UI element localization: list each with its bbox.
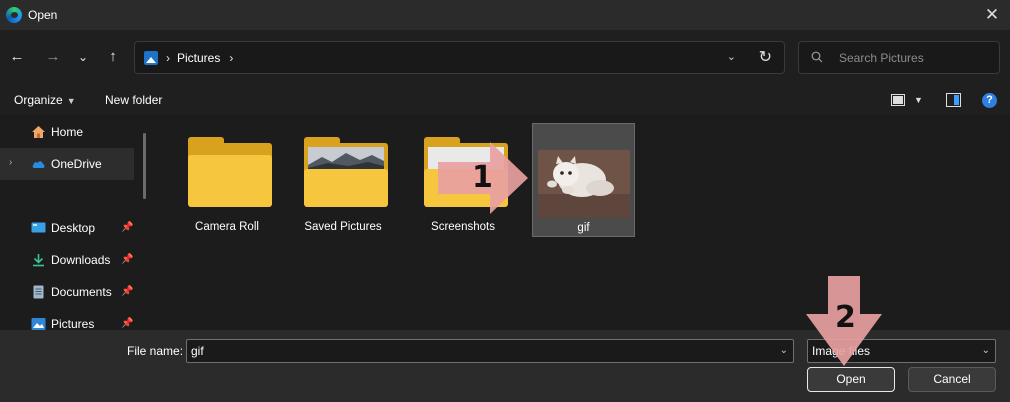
document-icon	[33, 285, 44, 299]
search-icon	[811, 51, 823, 63]
recent-locations-chevron-icon[interactable]: ⌄	[73, 46, 93, 68]
desktop-icon	[31, 222, 46, 233]
file-name-value: gif	[191, 344, 204, 358]
address-bar[interactable]: › Pictures › ⌄ ↻	[134, 41, 785, 74]
organize-caret-icon: ▼	[66, 96, 76, 106]
sidebar-item-downloads[interactable]: Downloads 📌	[0, 244, 134, 276]
file-gif[interactable]: gif	[532, 123, 635, 237]
address-dropdown-icon[interactable]: ⌄	[727, 50, 736, 63]
open-button[interactable]: Open	[807, 367, 895, 392]
new-folder-button[interactable]: New folder	[105, 93, 162, 107]
sidebar-item-documents[interactable]: Documents 📌	[0, 276, 134, 308]
edge-icon	[6, 7, 22, 23]
search-input[interactable]: Search Pictures	[798, 41, 1000, 74]
sidebar-item-label: Pictures	[51, 317, 95, 331]
cat-thumbnail	[538, 150, 630, 218]
sidebar-scrollbar[interactable]	[143, 133, 146, 199]
pictures-location-icon	[144, 50, 158, 65]
file-label: Saved Pictures	[304, 221, 382, 233]
landscape-thumbnail	[308, 147, 384, 171]
back-arrow-icon[interactable]: ←	[7, 46, 27, 68]
file-name-input[interactable]: gif ⌄	[186, 339, 794, 363]
sidebar-item-label: Documents	[51, 285, 112, 299]
organize-button[interactable]: Organize ▼	[14, 93, 76, 107]
annotation-number-2: 2	[835, 300, 856, 335]
up-arrow-icon[interactable]: ↑	[103, 46, 123, 68]
expand-chevron-icon[interactable]: ›	[9, 157, 12, 168]
forward-arrow-icon[interactable]: →	[43, 46, 63, 68]
file-name-dropdown-icon[interactable]: ⌄	[780, 345, 788, 356]
pictures-icon	[31, 318, 46, 330]
title-bar: Open ✕	[0, 0, 1010, 30]
pin-icon[interactable]: 📌	[121, 286, 133, 297]
sidebar-item-desktop[interactable]: Desktop 📌	[0, 212, 134, 244]
sidebar-item-label: Downloads	[51, 253, 111, 267]
annotation-number-1: 1	[472, 160, 493, 195]
breadcrumb-separator-end[interactable]: ›	[229, 51, 233, 65]
command-bar: Organize ▼ New folder ▼ ?	[0, 85, 1010, 115]
cancel-button[interactable]: Cancel	[908, 367, 996, 392]
pin-icon[interactable]: 📌	[121, 222, 133, 233]
preview-pane-icon[interactable]	[946, 93, 961, 107]
pin-icon[interactable]: 📌	[121, 254, 133, 265]
navigation-bar: ← → ⌄ ↑ › Pictures › ⌄ ↻ Search Pictures	[0, 30, 1010, 85]
view-options-icon[interactable]	[891, 94, 905, 106]
home-icon	[32, 126, 45, 138]
organize-label: Organize	[14, 93, 63, 107]
sidebar-item-label: Home	[51, 125, 84, 139]
search-placeholder: Search Pictures	[839, 51, 924, 65]
sidebar-item-home[interactable]: Home	[0, 116, 134, 148]
cloud-icon	[32, 161, 45, 168]
navigation-pane: Home › OneDrive Desktop 📌 Downloads 📌 Do…	[0, 115, 155, 331]
file-label: Camera Roll	[195, 221, 259, 233]
folder-camera-roll[interactable]: Camera Roll	[175, 123, 279, 237]
refresh-icon[interactable]: ↻	[759, 47, 772, 67]
folder-icon	[188, 137, 272, 207]
file-label: gif	[577, 222, 590, 234]
file-type-dropdown-icon[interactable]: ⌄	[982, 345, 990, 356]
view-options-caret-icon[interactable]: ▼	[914, 95, 923, 105]
file-label: Screenshots	[431, 221, 495, 233]
sidebar-item-label: OneDrive	[51, 157, 102, 171]
breadcrumb-pictures[interactable]: Pictures	[177, 51, 220, 65]
sidebar-item-label: Desktop	[51, 221, 96, 235]
folder-saved-pictures[interactable]: Saved Pictures	[291, 123, 395, 237]
window-title: Open	[28, 8, 58, 22]
breadcrumb-separator: ›	[166, 50, 170, 65]
help-icon[interactable]: ?	[982, 93, 997, 108]
pin-icon[interactable]: 📌	[121, 318, 133, 329]
file-name-label: File name:	[127, 344, 184, 358]
download-icon	[33, 254, 44, 267]
close-icon[interactable]: ✕	[980, 3, 1004, 27]
folder-icon	[304, 137, 388, 207]
sidebar-item-onedrive[interactable]: › OneDrive	[0, 148, 134, 180]
